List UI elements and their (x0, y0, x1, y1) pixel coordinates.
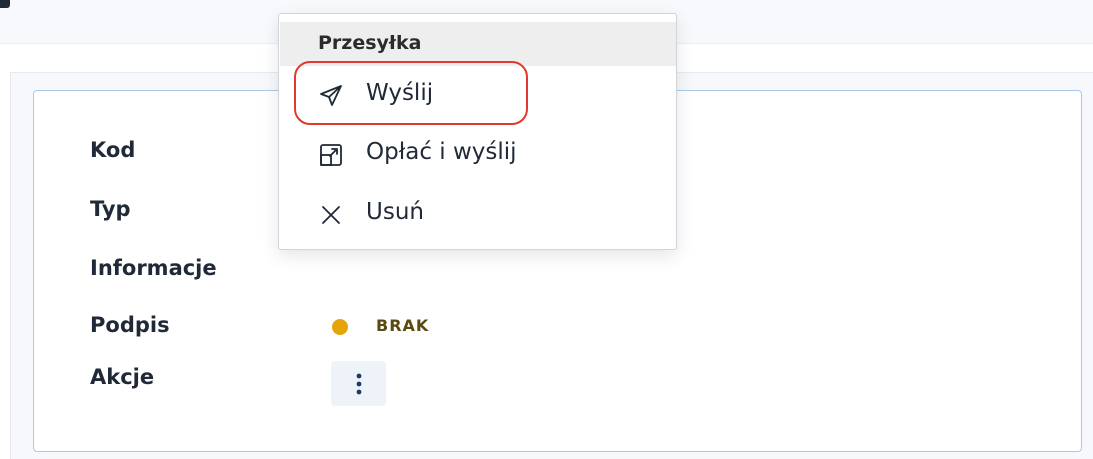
menu-item-label: Usuń (366, 199, 424, 225)
menu-item-send[interactable]: Wyślij (280, 70, 676, 120)
kod-label: Kod (90, 138, 136, 162)
menu-group-title: Przesyłka (318, 32, 422, 54)
external-link-icon (320, 144, 342, 166)
close-icon (322, 206, 340, 224)
typ-label: Typ (90, 197, 131, 221)
status-badge: BRAK (376, 316, 430, 335)
menu-item-label: Opłać i wyślij (366, 139, 517, 165)
podpis-label: Podpis (90, 313, 170, 337)
menu-item-pay-and-send[interactable]: Opłać i wyślij (280, 129, 676, 179)
send-icon (320, 85, 342, 106)
menu-item-label: Wyślij (366, 80, 434, 106)
informacje-label: Informacje (90, 256, 217, 280)
akcje-label: Akcje (90, 365, 155, 389)
menu-group-header: Przesyłka (280, 22, 676, 66)
kebab-vertical-icon (356, 373, 361, 394)
top-bar-title-fragment (0, 0, 10, 8)
actions-menu-button[interactable] (331, 361, 386, 406)
menu-item-delete[interactable]: Usuń (280, 189, 676, 239)
status-dot (332, 319, 348, 335)
actions-dropdown-menu: Przesyłka Wyślij Opłać i wyślij Usuń (278, 13, 677, 250)
